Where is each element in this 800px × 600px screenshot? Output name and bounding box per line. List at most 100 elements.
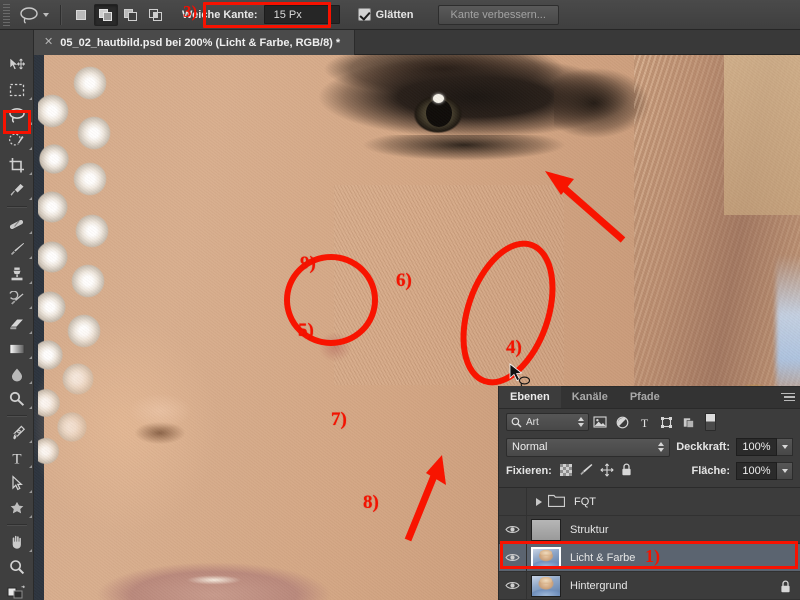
- layer-thumbnail[interactable]: [531, 574, 561, 597]
- tab-kanaele[interactable]: Kanäle: [561, 386, 619, 408]
- opacity-dropdown-arrow[interactable]: [777, 438, 793, 456]
- horizontal-type-tool[interactable]: T: [0, 445, 34, 470]
- add-to-selection-button[interactable]: [94, 3, 118, 26]
- antialias-control[interactable]: Glätten: [357, 8, 414, 21]
- opacity-value[interactable]: 100%: [736, 438, 777, 456]
- lock-all-icon: [780, 580, 791, 596]
- fill-dropdown-arrow[interactable]: [777, 462, 793, 480]
- filter-kind-select[interactable]: Art: [506, 413, 589, 431]
- layer-visibility-toggle[interactable]: [499, 571, 527, 600]
- custom-shape-tool[interactable]: [0, 495, 34, 520]
- chevron-updown-icon[interactable]: [658, 442, 665, 452]
- path-selection-tool[interactable]: [0, 470, 34, 495]
- close-icon[interactable]: ✕: [44, 37, 53, 48]
- layer-name: Hintergrund: [570, 579, 628, 592]
- table-row[interactable]: Hintergrund: [499, 571, 800, 600]
- layer-thumbnail[interactable]: [531, 518, 561, 541]
- filter-shape-icon[interactable]: [655, 412, 677, 432]
- eyedropper-tool[interactable]: [0, 177, 34, 202]
- callout-7-label: 7): [331, 409, 347, 430]
- callout-8-label: 8): [363, 492, 379, 513]
- tab-pfade[interactable]: Pfade: [619, 386, 671, 408]
- dodge-tool[interactable]: [0, 386, 34, 411]
- callout-9-label: 9): [300, 253, 316, 274]
- refine-edge-button[interactable]: Kante verbessern...: [437, 4, 559, 25]
- history-brush-tool[interactable]: [0, 286, 34, 311]
- layer-list: FQT Struktur Licht & Farbe Hintergrund: [499, 487, 800, 600]
- new-selection-button[interactable]: [69, 4, 93, 26]
- tab-ebenen[interactable]: Ebenen: [499, 386, 561, 408]
- lock-transparent-pixels-icon[interactable]: [559, 463, 572, 479]
- lock-label: Fixieren:: [506, 465, 552, 477]
- brush-tool[interactable]: [0, 236, 34, 261]
- antialias-checkbox[interactable]: [357, 8, 371, 21]
- filter-adjustment-icon[interactable]: [611, 412, 633, 432]
- subtract-from-selection-button[interactable]: [119, 4, 143, 26]
- filter-type-icon[interactable]: T: [633, 412, 655, 432]
- hand-tool[interactable]: [0, 529, 34, 554]
- fill-label: Fläche:: [691, 465, 730, 477]
- lock-image-pixels-icon[interactable]: [579, 463, 593, 479]
- toolbox-divider: [0, 202, 34, 211]
- chevron-updown-icon[interactable]: [578, 417, 584, 427]
- arrow-upper-right: [545, 171, 626, 243]
- svg-text:T: T: [12, 451, 21, 466]
- toolbox-divider: [0, 520, 34, 529]
- fill-value[interactable]: 100%: [736, 462, 777, 480]
- layer-thumbnail[interactable]: [531, 546, 561, 569]
- lock-all-icon[interactable]: [621, 463, 632, 479]
- zoom-tool[interactable]: [0, 554, 34, 579]
- tool-preset-picker[interactable]: [12, 0, 55, 30]
- blend-mode-select[interactable]: Normal: [506, 437, 671, 457]
- svg-text:T: T: [640, 416, 648, 429]
- eye-icon: [505, 554, 520, 561]
- layer-name: FQT: [574, 495, 596, 508]
- eye-icon: [505, 582, 520, 589]
- lock-position-icon[interactable]: [600, 462, 614, 480]
- lasso-tool[interactable]: [0, 102, 34, 127]
- lock-row: Fixieren: Fläche: 100%: [499, 459, 800, 483]
- table-row[interactable]: Struktur: [499, 515, 800, 544]
- selection-mode-group: [69, 3, 168, 26]
- eraser-tool[interactable]: [0, 311, 34, 336]
- folder-icon: [547, 494, 566, 510]
- filter-enable-toggle[interactable]: [705, 413, 716, 431]
- layer-name: Licht & Farbe: [570, 551, 636, 564]
- table-row[interactable]: FQT: [499, 487, 800, 516]
- arrow-lower-center: [404, 455, 446, 542]
- callout-6-label: 6): [396, 270, 412, 291]
- move-tool[interactable]: [0, 52, 34, 77]
- chevron-right-icon[interactable]: [536, 497, 542, 506]
- rectangular-marquee-tool[interactable]: [0, 77, 34, 102]
- panel-menu-icon[interactable]: [781, 391, 795, 403]
- options-bar-grip[interactable]: [0, 0, 12, 30]
- filter-pixel-icon[interactable]: [589, 412, 611, 432]
- gradient-tool[interactable]: [0, 336, 34, 361]
- intersect-selection-button[interactable]: [144, 4, 168, 26]
- document-tab-bar: ✕ 05_02_hautbild.psd bei 200% (Licht & F…: [0, 30, 800, 55]
- spot-healing-brush-tool[interactable]: [0, 211, 34, 236]
- feather-input[interactable]: 15 Px: [263, 5, 340, 24]
- document-tab[interactable]: ✕ 05_02_hautbild.psd bei 200% (Licht & F…: [34, 30, 356, 55]
- blur-tool[interactable]: [0, 361, 34, 386]
- eye-icon: [505, 526, 520, 533]
- foreground-background-color[interactable]: [0, 579, 34, 600]
- layer-visibility-toggle[interactable]: [499, 487, 527, 516]
- crop-tool[interactable]: [0, 152, 34, 177]
- clone-stamp-tool[interactable]: [0, 261, 34, 286]
- blend-mode-row: Normal Deckkraft: 100%: [499, 435, 800, 459]
- callout-1-label: 1): [645, 546, 660, 566]
- layer-name: Struktur: [570, 523, 609, 536]
- blend-mode-value: Normal: [512, 441, 548, 453]
- layer-visibility-toggle[interactable]: [499, 543, 527, 572]
- chevron-down-icon[interactable]: [43, 12, 49, 17]
- filter-smartobject-icon[interactable]: [677, 412, 699, 432]
- layers-panel: Ebenen Kanäle Pfade Art T Normal Deckkra…: [498, 386, 800, 600]
- layer-visibility-toggle[interactable]: [499, 515, 527, 544]
- antialias-label: Glätten: [375, 8, 414, 21]
- toolbox: T: [0, 30, 34, 600]
- opacity-label: Deckkraft:: [676, 441, 730, 453]
- pen-tool[interactable]: [0, 420, 34, 445]
- layer-filter-row: Art T: [499, 409, 800, 435]
- quick-selection-tool[interactable]: [0, 127, 34, 152]
